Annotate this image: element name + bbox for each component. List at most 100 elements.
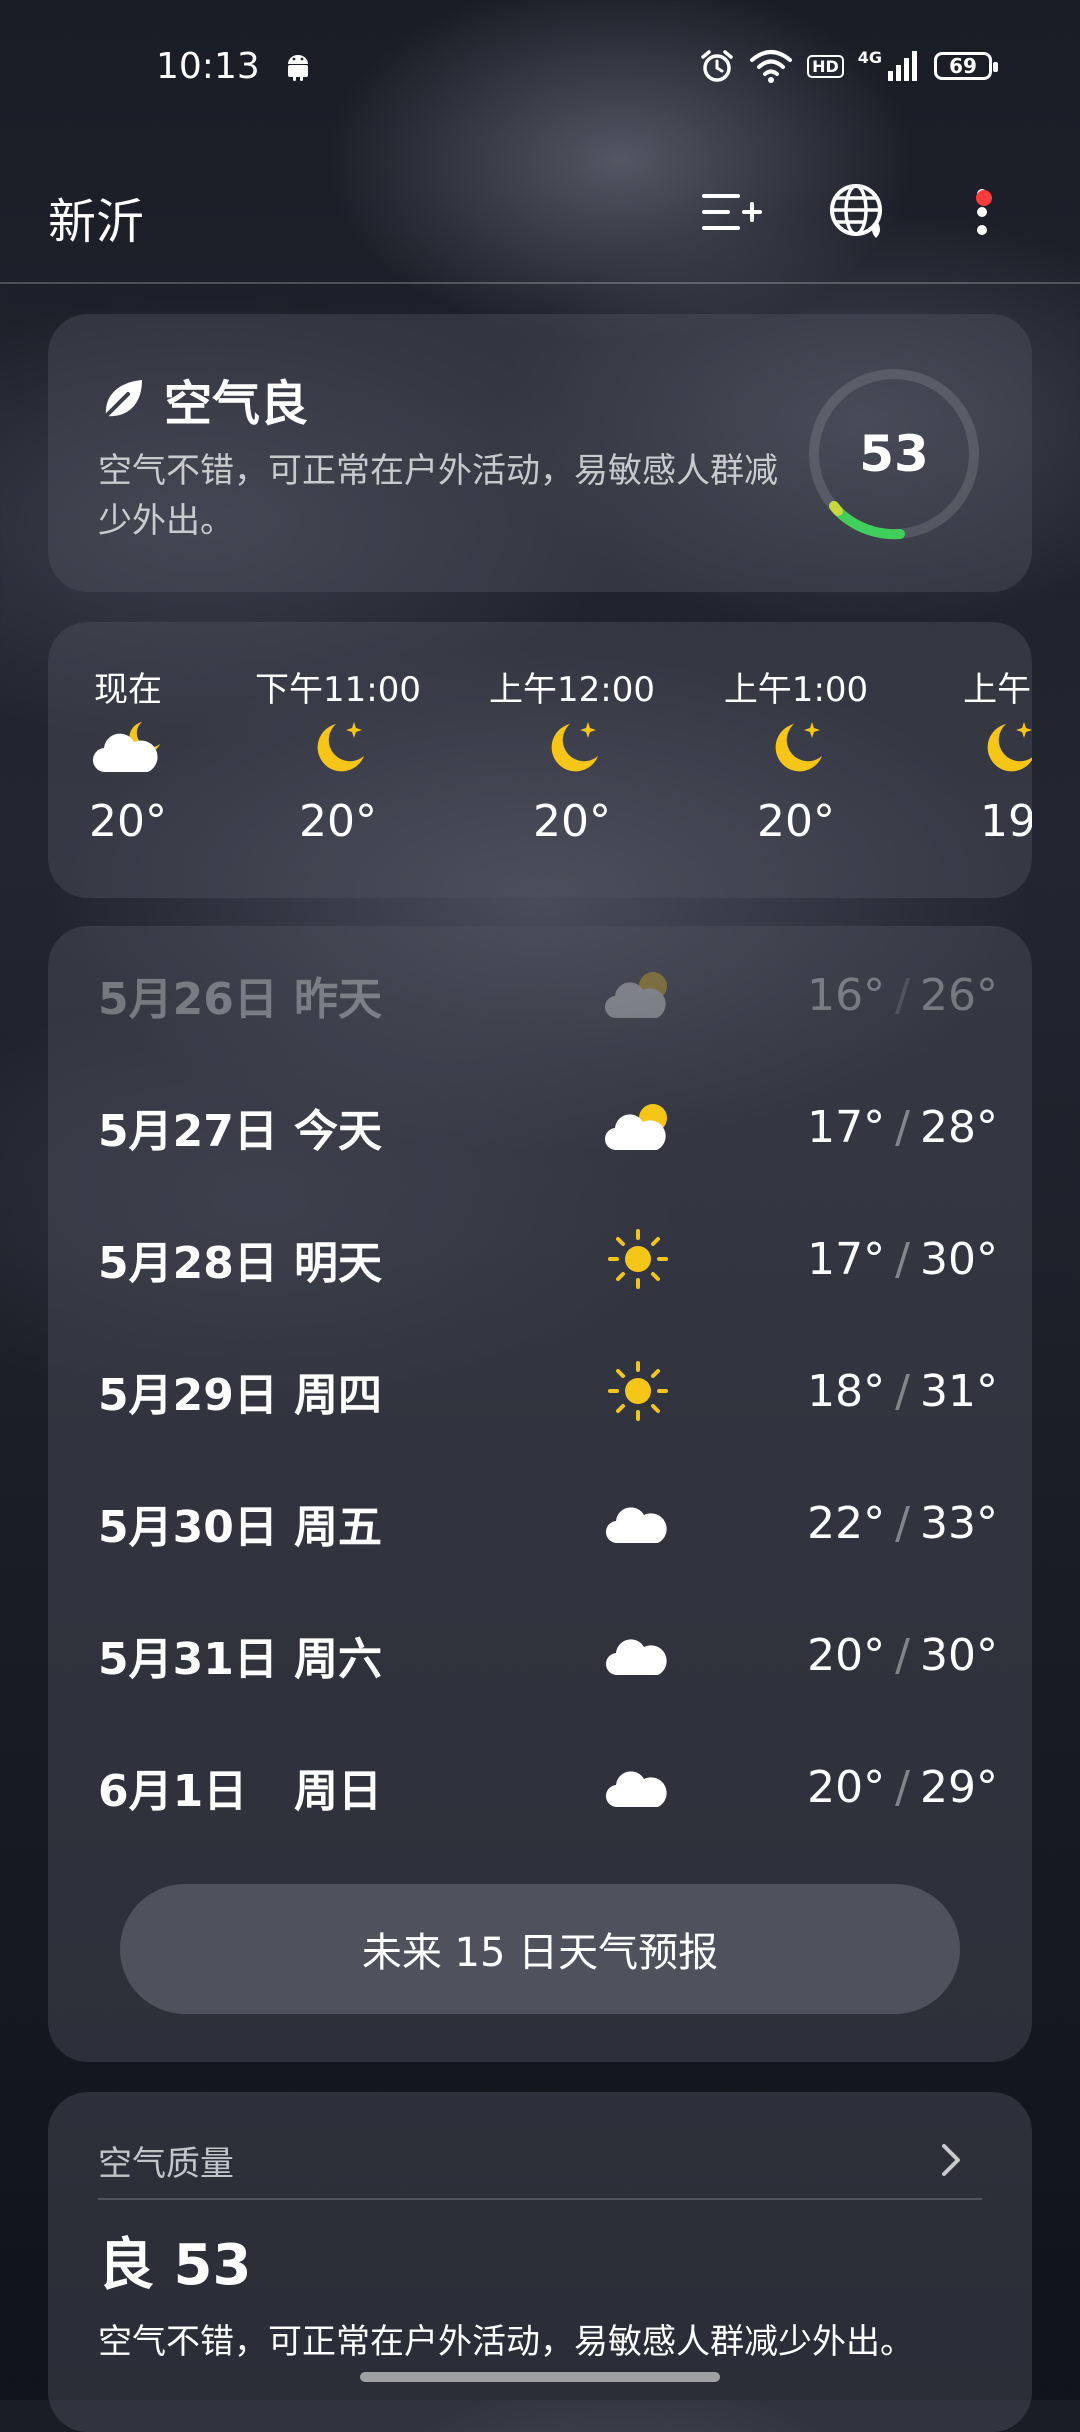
more-menu-button[interactable] xyxy=(950,180,1014,244)
hour-label: 下午11:00 xyxy=(255,670,421,710)
sun-icon xyxy=(608,1229,668,1289)
hour-label: 上午1:00 xyxy=(723,670,869,710)
day-date: 5月30日 xyxy=(98,1502,278,1553)
moon-icon xyxy=(551,722,598,772)
leaf-icon xyxy=(104,380,142,418)
temp-separator: / xyxy=(895,1365,910,1417)
day-temps: 20°/29° xyxy=(807,1762,998,1813)
day-high: 29° xyxy=(920,1761,998,1813)
hour-temp: 20° xyxy=(299,796,377,847)
temp-separator: / xyxy=(895,1761,910,1813)
hd-badge: HD xyxy=(807,54,844,78)
moon-icon xyxy=(317,722,364,772)
day-name: 周六 xyxy=(294,1634,382,1685)
status-time: 10:13 xyxy=(156,46,260,87)
day-high: 30° xyxy=(920,1233,998,1285)
network-type: 4G xyxy=(857,48,882,67)
day-high: 28° xyxy=(920,1101,998,1153)
day-date: 5月27日 xyxy=(98,1106,278,1157)
day-low: 17° xyxy=(807,1233,886,1285)
air-summary-card[interactable]: 空气良 空气不错，可正常在户外活动，易敏感人群减少外出。 53 xyxy=(48,314,1032,592)
status-bar: 10:13 HD 4G 69 xyxy=(0,0,1080,135)
temp-separator: / xyxy=(895,969,910,1021)
hour-label: 上午12:00 xyxy=(489,670,655,710)
day-name: 周四 xyxy=(294,1370,382,1421)
day-temps: 18°/31° xyxy=(807,1366,998,1417)
day-row[interactable]: 5月26日 昨天 16°/26° xyxy=(98,950,998,1040)
hour-temp: 20° xyxy=(89,796,167,847)
day-name: 昨天 xyxy=(294,974,382,1025)
aqi-value: 53 xyxy=(859,425,929,483)
air-summary-description: 空气不错，可正常在户外活动，易敏感人群减少外出。 xyxy=(98,451,778,541)
day-high: 33° xyxy=(920,1497,998,1549)
air-summary-title: 空气良 xyxy=(164,376,309,432)
hour-label: 现在 xyxy=(94,670,162,710)
add-city-icon[interactable] xyxy=(698,180,762,244)
hour-item: 下午11:00 20° xyxy=(238,662,438,847)
day-date: 5月29日 xyxy=(98,1370,278,1421)
day-temps: 16°/26° xyxy=(807,970,998,1021)
day-row[interactable]: 5月30日 周五 22°/33° xyxy=(98,1478,998,1568)
hour-item: 现在 20° xyxy=(48,662,228,847)
wifi-icon xyxy=(750,50,793,83)
day-temps: 20°/30° xyxy=(807,1630,998,1681)
day-low: 16° xyxy=(807,969,886,1021)
day-temps: 22°/33° xyxy=(807,1498,998,1549)
temp-separator: / xyxy=(895,1233,910,1285)
air-summary-title-row: 空气良 xyxy=(100,364,308,434)
day-low: 20° xyxy=(807,1761,886,1813)
day-row[interactable]: 5月27日 今天 17°/28° xyxy=(98,1082,998,1172)
signal-icon xyxy=(888,51,917,81)
moon-icon xyxy=(987,722,1032,772)
day-temps: 17°/30° xyxy=(807,1234,998,1285)
day-low: 20° xyxy=(807,1629,886,1681)
hour-item: 上午2 19 xyxy=(908,662,1032,847)
day-date: 6月1日 xyxy=(98,1766,248,1817)
day-date: 5月31日 xyxy=(98,1634,278,1685)
hour-temp: 20° xyxy=(533,796,611,847)
moon-icon xyxy=(775,722,822,772)
temp-separator: / xyxy=(895,1629,910,1681)
day-high: 31° xyxy=(920,1365,998,1417)
cloud-icon xyxy=(606,1771,667,1808)
cloud-icon xyxy=(606,1639,667,1676)
day-high: 26° xyxy=(920,969,998,1021)
city-name[interactable]: 新沂 xyxy=(48,182,144,252)
top-bar: 新沂 xyxy=(0,160,1080,284)
air-quality-description: 空气不错，可正常在户外活动，易敏感人群减少外出。 xyxy=(98,2322,914,2362)
hour-temp: 19 xyxy=(980,796,1032,847)
day-low: 18° xyxy=(807,1365,886,1417)
sun-icon xyxy=(608,1361,668,1421)
air-quality-value: 良 53 xyxy=(98,2233,252,2298)
day-row[interactable]: 5月29日 周四 18°/31° xyxy=(98,1346,998,1436)
globe-icon[interactable] xyxy=(826,180,890,244)
daily-forecast-card: 5月26日 昨天 16°/26° 5月27日 今天 17°/28° 5月28日 … xyxy=(48,926,1032,2062)
notification-dot xyxy=(976,190,992,206)
air-quality-header[interactable]: 空气质量 xyxy=(98,2122,982,2200)
hourly-forecast-card[interactable]: 现在 20° 下午11:00 20° 上午12:00 20° 上午1:00 20… xyxy=(48,622,1032,898)
day-date: 5月26日 xyxy=(98,974,278,1025)
day-row[interactable]: 5月28日 明天 17°/30° xyxy=(98,1214,998,1304)
chevron-right-icon xyxy=(942,2144,960,2176)
cloud-icon xyxy=(606,1507,667,1544)
temp-separator: / xyxy=(895,1101,910,1153)
alarm-icon xyxy=(701,50,733,82)
android-icon xyxy=(288,55,308,81)
partly-cloudy-icon xyxy=(604,1104,667,1151)
hour-item: 上午12:00 20° xyxy=(472,662,672,847)
15-day-forecast-button[interactable]: 未来 15 日天气预报 xyxy=(120,1884,960,2014)
day-name: 今天 xyxy=(294,1106,382,1157)
day-row[interactable]: 6月1日 周日 20°/29° xyxy=(98,1742,998,1832)
hour-item: 上午1:00 20° xyxy=(696,662,896,847)
day-date: 5月28日 xyxy=(98,1238,278,1289)
home-indicator[interactable] xyxy=(360,2372,720,2382)
day-low: 22° xyxy=(807,1497,886,1549)
temp-separator: / xyxy=(895,1497,910,1549)
day-temps: 17°/28° xyxy=(807,1102,998,1153)
day-name: 明天 xyxy=(294,1238,382,1289)
partly-cloudy-icon xyxy=(604,972,667,1019)
hour-temp: 20° xyxy=(757,796,835,847)
day-name: 周五 xyxy=(294,1502,382,1553)
day-row[interactable]: 5月31日 周六 20°/30° xyxy=(98,1610,998,1700)
hour-label: 上午2 xyxy=(963,670,1032,710)
